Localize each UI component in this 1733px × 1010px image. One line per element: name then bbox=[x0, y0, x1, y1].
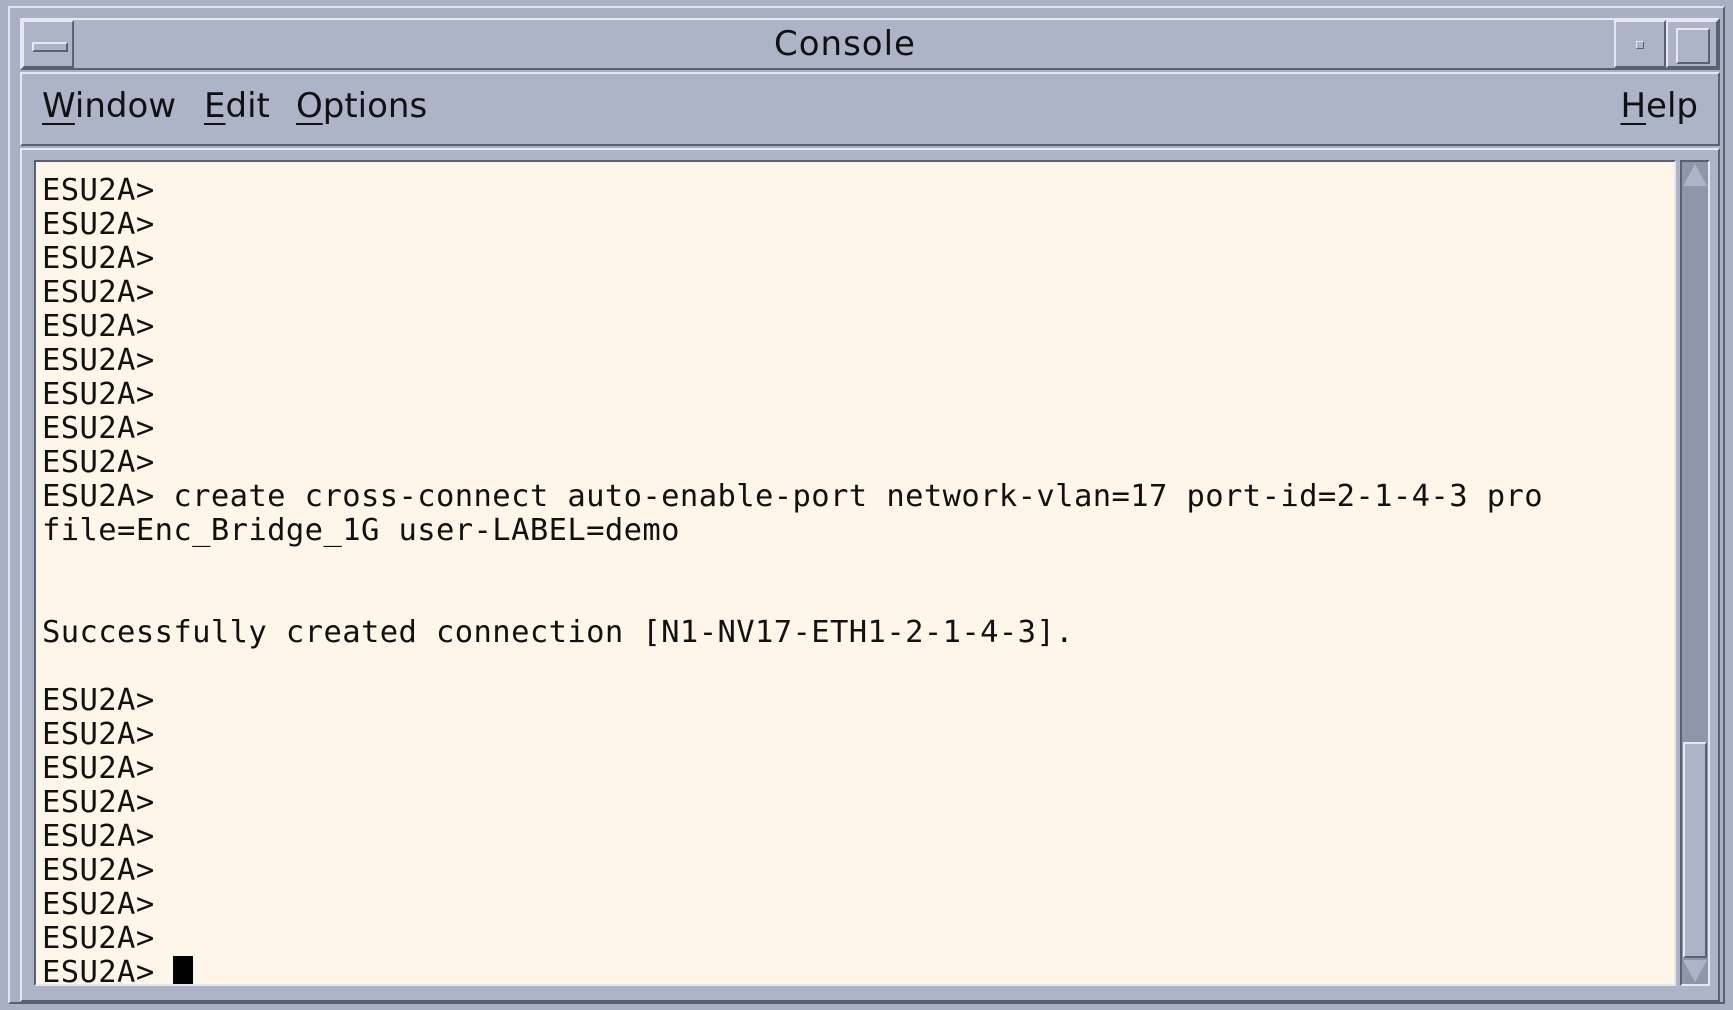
window-menu-button[interactable] bbox=[22, 20, 74, 68]
menu-window[interactable]: Window bbox=[42, 86, 176, 126]
console-line: ESU2A> bbox=[42, 785, 155, 820]
console-line: ESU2A> bbox=[42, 445, 155, 480]
console-line: file=Enc_Bridge_1G user-LABEL=demo bbox=[42, 513, 680, 548]
vertical-scrollbar[interactable] bbox=[1680, 160, 1710, 986]
console-line: ESU2A> create cross-connect auto-enable-… bbox=[42, 479, 1544, 514]
console-panel: ESU2A> ESU2A> ESU2A> ESU2A> ESU2A> ESU2A> ESU2… bbox=[20, 148, 1720, 1002]
scroll-down-arrow-icon[interactable] bbox=[1683, 960, 1707, 982]
scroll-up-arrow-icon[interactable] bbox=[1683, 164, 1707, 186]
console-line: ESU2A> bbox=[42, 411, 155, 446]
console-line: ESU2A> bbox=[42, 343, 155, 378]
menu-help[interactable]: Help bbox=[1620, 86, 1698, 126]
console-prompt: ESU2A> bbox=[42, 955, 174, 986]
console-window: Console Window Edit Options Help ESU2A> E… bbox=[0, 0, 1733, 1010]
console-input-line: ESU2A> bbox=[42, 955, 1670, 986]
console-line: ESU2A> bbox=[42, 717, 155, 752]
console-line: ESU2A> bbox=[42, 309, 155, 344]
maximize-icon bbox=[1676, 28, 1710, 64]
console-line: ESU2A> bbox=[42, 207, 155, 242]
menu-options[interactable]: Options bbox=[296, 86, 427, 126]
console-line: Successfully created connection [N1-NV17… bbox=[42, 615, 1074, 650]
console-output: ESU2A> ESU2A> ESU2A> ESU2A> ESU2A> ESU2A> ESU2… bbox=[42, 173, 1670, 986]
console-line: ESU2A> bbox=[42, 377, 155, 412]
console-line: ESU2A> bbox=[42, 921, 155, 956]
window-title: Console bbox=[774, 24, 916, 64]
console-line: ESU2A> bbox=[42, 173, 155, 208]
maximize-button[interactable] bbox=[1666, 20, 1718, 68]
console-line: ESU2A> bbox=[42, 819, 155, 854]
menu-bar: Window Edit Options Help bbox=[20, 72, 1720, 146]
title-bar[interactable]: Console bbox=[20, 18, 1720, 70]
console-text-area[interactable]: ESU2A> ESU2A> ESU2A> ESU2A> ESU2A> ESU2A> ESU2… bbox=[34, 160, 1676, 986]
text-cursor bbox=[173, 956, 194, 984]
console-line: ESU2A> bbox=[42, 275, 155, 310]
scroll-thumb[interactable] bbox=[1683, 742, 1707, 958]
minimize-button[interactable] bbox=[1614, 20, 1666, 68]
console-line: ESU2A> bbox=[42, 751, 155, 786]
minimize-icon bbox=[1636, 41, 1644, 49]
console-line: ESU2A> bbox=[42, 887, 155, 922]
window-menu-icon bbox=[32, 42, 68, 52]
console-line: ESU2A> bbox=[42, 241, 155, 276]
console-line: ESU2A> bbox=[42, 853, 155, 888]
console-line: ESU2A> bbox=[42, 683, 155, 718]
menu-edit[interactable]: Edit bbox=[204, 86, 270, 126]
